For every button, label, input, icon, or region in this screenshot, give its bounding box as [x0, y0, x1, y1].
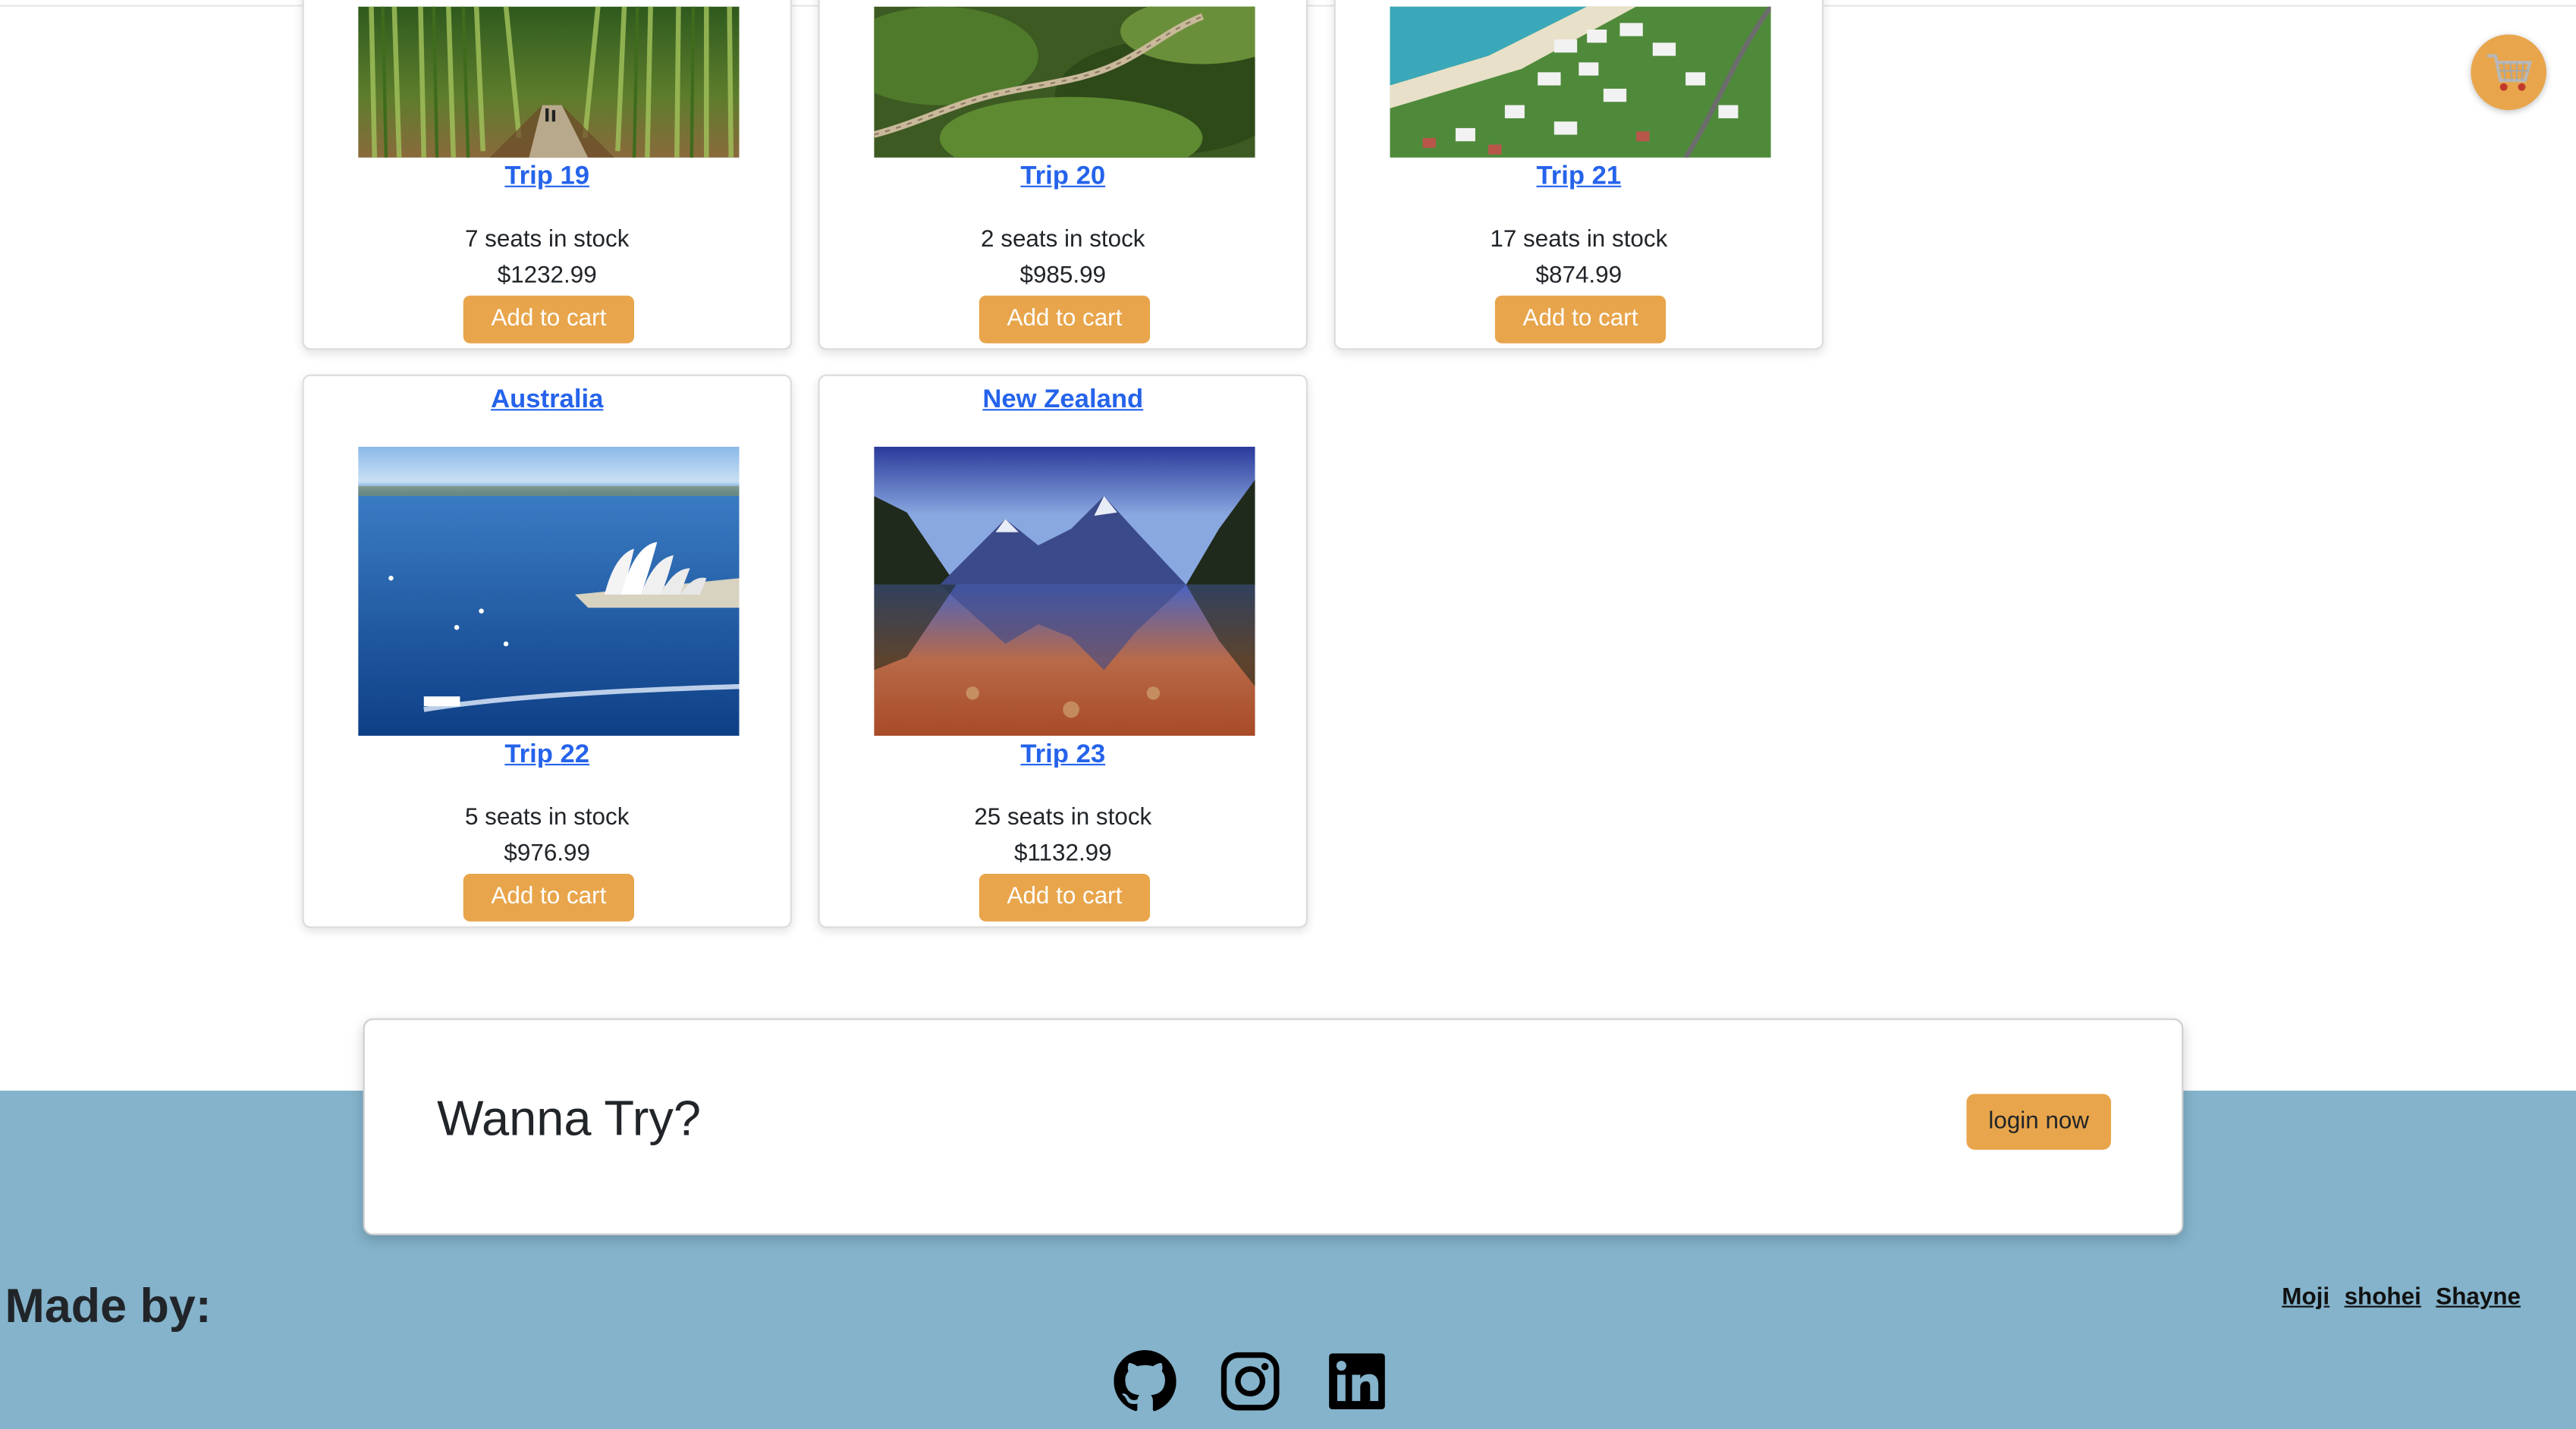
trip-card: Trip 20 2 seats in stock $985.99 Add to …	[818, 0, 1308, 350]
author-link[interactable]: Shayne	[2436, 1284, 2521, 1311]
bamboo-forest-image	[358, 6, 740, 158]
author-links: Moji shohei Shayne	[2282, 1284, 2535, 1311]
add-to-cart-button[interactable]: Add to cart	[463, 874, 634, 922]
author-link[interactable]: Moji	[2282, 1284, 2329, 1311]
trip-price: $976.99	[504, 840, 590, 868]
destination-link[interactable]: Australia	[304, 386, 790, 416]
add-to-cart-button[interactable]: Add to cart	[463, 295, 634, 344]
trip-price: $1232.99	[497, 262, 597, 290]
seats-in-stock: 2 seats in stock	[981, 226, 1145, 253]
destination-link[interactable]: New Zealand	[820, 386, 1306, 416]
trip-photo	[358, 447, 740, 736]
coastal-resort-image	[1390, 6, 1771, 158]
instagram-icon	[1220, 1352, 1280, 1411]
sydney-opera-house-image	[358, 447, 740, 736]
cta-banner: Wanna Try? login now	[363, 1018, 2184, 1236]
trip-card: New Zealand Trip 23 25 seats in stock $1…	[818, 374, 1308, 928]
trip-price: $985.99	[1019, 262, 1107, 290]
trip-photo	[874, 447, 1255, 736]
trip-photo	[874, 6, 1255, 158]
trip-link[interactable]: Trip 21	[1336, 162, 1822, 192]
seats-in-stock: 7 seats in stock	[464, 226, 630, 253]
trip-photo	[358, 6, 740, 158]
github-icon	[1114, 1350, 1176, 1412]
add-to-cart-button[interactable]: Add to cart	[979, 874, 1151, 922]
add-to-cart-button[interactable]: Add to cart	[1494, 295, 1667, 344]
trip-card: Trip 21 17 seats in stock $874.99 Add to…	[1334, 0, 1824, 350]
github-link[interactable]	[1114, 1350, 1176, 1412]
instagram-link[interactable]	[1219, 1350, 1281, 1412]
trip-link[interactable]: Trip 20	[820, 162, 1306, 192]
author-link[interactable]: shohei	[2345, 1284, 2421, 1311]
linkedin-link[interactable]	[1326, 1350, 1388, 1412]
page: Trip 19 7 seats in stock $1232.99 Add to…	[0, 0, 2576, 1429]
trip-link[interactable]: Trip 22	[304, 741, 790, 771]
seats-in-stock: 25 seats in stock	[974, 805, 1152, 831]
cart-button[interactable]	[2471, 34, 2546, 111]
trip-link[interactable]: Trip 19	[304, 162, 790, 192]
made-by-heading: Made by:	[5, 1281, 212, 1334]
trip-card: Trip 19 7 seats in stock $1232.99 Add to…	[302, 0, 792, 350]
seats-in-stock: 5 seats in stock	[464, 805, 630, 831]
trip-photo	[1390, 6, 1771, 158]
trip-price: $1132.99	[1013, 840, 1112, 868]
shopping-cart-icon	[2487, 54, 2533, 91]
add-to-cart-button[interactable]: Add to cart	[979, 295, 1151, 344]
trip-card: Australia Trip 22 5 seats in stock $976.…	[302, 374, 792, 928]
linkedin-icon	[1329, 1353, 1385, 1409]
trip-link[interactable]: Trip 23	[820, 741, 1306, 771]
cta-title: Wanna Try?	[437, 1092, 701, 1147]
trip-price: $874.99	[1535, 262, 1623, 290]
milford-sound-image	[874, 447, 1255, 736]
great-wall-image	[874, 6, 1255, 158]
seats-in-stock: 17 seats in stock	[1490, 226, 1668, 253]
login-button[interactable]: login now	[1966, 1094, 2112, 1150]
